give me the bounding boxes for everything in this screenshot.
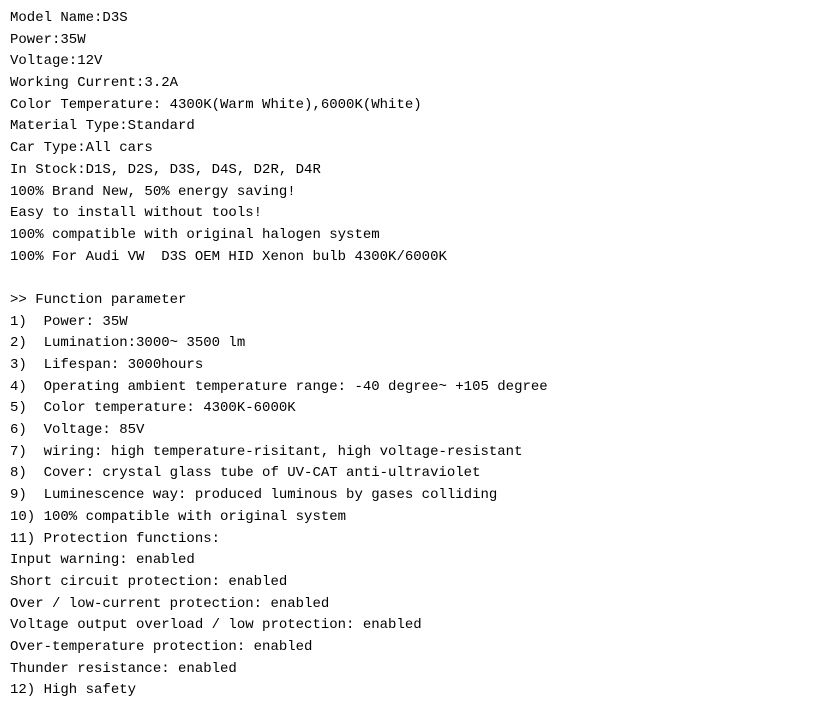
description-line: Thunder resistance: enabled (10, 659, 806, 681)
description-line: 12) High safety (10, 680, 806, 702)
description-line: 6) Voltage: 85V (10, 420, 806, 442)
description-line: Voltage:12V (10, 51, 806, 73)
description-line: 1) Power: 35W (10, 312, 806, 334)
description-line: Working Current:3.2A (10, 73, 806, 95)
description-line: 100% For Audi VW D3S OEM HID Xenon bulb … (10, 247, 806, 269)
description-line: 100% compatible with original halogen sy… (10, 225, 806, 247)
description-line: Over-temperature protection: enabled (10, 637, 806, 659)
description-line: >> Function parameter (10, 290, 806, 312)
description-line: 10) 100% compatible with original system (10, 507, 806, 529)
description-line: Material Type:Standard (10, 116, 806, 138)
product-description: Model Name:D3SPower:35WVoltage:12VWorkin… (10, 8, 806, 702)
description-line (10, 268, 806, 290)
description-line: In Stock:D1S, D2S, D3S, D4S, D2R, D4R (10, 160, 806, 182)
description-line: 3) Lifespan: 3000hours (10, 355, 806, 377)
description-line: Easy to install without tools! (10, 203, 806, 225)
description-line: 100% Brand New, 50% energy saving! (10, 182, 806, 204)
description-line: Over / low-current protection: enabled (10, 594, 806, 616)
description-line: 9) Luminescence way: produced luminous b… (10, 485, 806, 507)
description-line: Color Temperature: 4300K(Warm White),600… (10, 95, 806, 117)
description-line: Model Name:D3S (10, 8, 806, 30)
description-line: 4) Operating ambient temperature range: … (10, 377, 806, 399)
description-line: 5) Color temperature: 4300K-6000K (10, 398, 806, 420)
description-line: Power:35W (10, 30, 806, 52)
description-line: 2) Lumination:3000~ 3500 lm (10, 333, 806, 355)
description-line: Car Type:All cars (10, 138, 806, 160)
description-line: Voltage output overload / low protection… (10, 615, 806, 637)
description-line: 11) Protection functions: (10, 529, 806, 551)
description-line: 7) wiring: high temperature-risitant, hi… (10, 442, 806, 464)
description-line: Input warning: enabled (10, 550, 806, 572)
description-line: Short circuit protection: enabled (10, 572, 806, 594)
description-line: 8) Cover: crystal glass tube of UV-CAT a… (10, 463, 806, 485)
